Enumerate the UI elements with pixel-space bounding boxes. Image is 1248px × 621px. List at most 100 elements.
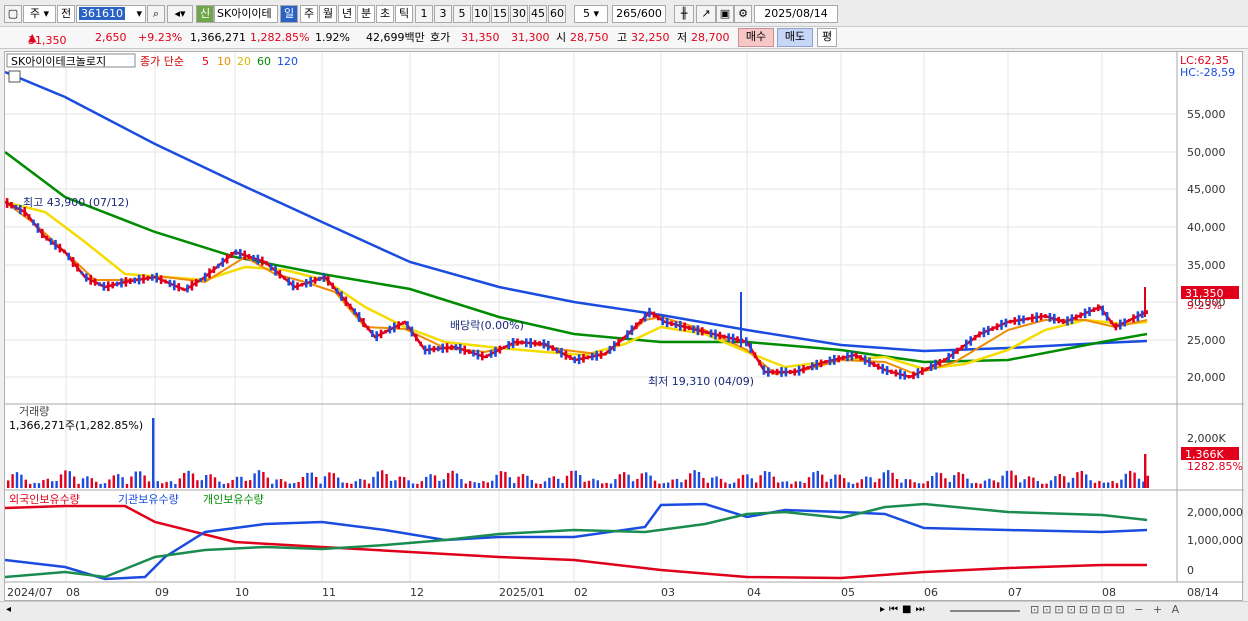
candle <box>1141 310 1144 318</box>
candle <box>841 355 845 361</box>
scroll-bar[interactable]: ◂ ▸⏮■⏭ ⊡⊡⊡⊡⊡⊡⊡⊡ − + A <box>0 601 1248 621</box>
candle <box>780 367 783 377</box>
candle <box>133 277 136 284</box>
volume-bar <box>517 476 520 488</box>
interval-select[interactable]: 5 ▾ <box>574 5 608 23</box>
interval-button[interactable]: 1 <box>415 5 433 23</box>
candle <box>991 326 994 331</box>
volume-bar <box>645 472 648 488</box>
candle-icon[interactable]: ╫ <box>674 5 694 23</box>
nav-icons[interactable]: ▸⏮■⏭ <box>880 604 928 615</box>
period-active[interactable]: 일 <box>280 5 298 23</box>
candle <box>868 357 871 367</box>
candle <box>155 272 158 283</box>
volume-bar <box>609 483 613 488</box>
current-pct: 9.23% <box>1187 299 1222 312</box>
candle <box>1053 313 1056 324</box>
ytick: 2,000,000 <box>1187 506 1243 519</box>
volume-bar <box>790 483 793 488</box>
volume-bar <box>389 480 393 488</box>
chart-svg[interactable]: 55,000 50,000 45,000 40,000 35,000 30,00… <box>4 52 1244 602</box>
candle <box>696 325 700 336</box>
candle <box>819 359 823 368</box>
chart-area[interactable]: 55,000 50,000 45,000 40,000 35,000 30,00… <box>4 51 1244 602</box>
interval-button[interactable]: 3 <box>434 5 452 23</box>
interval-button[interactable]: 5 <box>453 5 471 23</box>
candle <box>551 345 554 351</box>
buy-button[interactable]: 매수 <box>738 28 774 47</box>
volume-bar <box>552 476 555 488</box>
volume-bar <box>640 473 643 488</box>
volume-bar <box>460 479 463 488</box>
market-select[interactable]: 전 <box>57 5 75 23</box>
volume-bar <box>816 470 819 488</box>
volume-bar <box>614 479 617 488</box>
ytick: 55,000 <box>1187 108 1226 121</box>
interval-button[interactable]: 45 <box>529 5 547 23</box>
date-input[interactable]: 2025/08/14 <box>754 5 838 23</box>
candle <box>415 334 418 342</box>
interval-button[interactable]: 30 <box>510 5 528 23</box>
volume-bar <box>926 481 929 488</box>
item-type-select[interactable]: 주 ▾ <box>23 5 56 23</box>
eval-button[interactable]: 평 <box>817 28 837 47</box>
volume-bar <box>315 476 318 488</box>
sell-button[interactable]: 매도 <box>777 28 813 47</box>
volume-bar <box>904 479 907 488</box>
volume-bar <box>583 481 586 488</box>
code-input[interactable]: 361610 ▾ <box>76 5 146 23</box>
candle <box>701 327 704 336</box>
volume-bar <box>350 483 353 488</box>
zoom-slider[interactable] <box>950 610 1020 612</box>
volume-bar <box>785 481 789 488</box>
volume-bar <box>416 483 419 488</box>
period-tab[interactable]: 월 <box>319 5 337 23</box>
candle <box>459 343 462 354</box>
tool-icons[interactable]: ⊡⊡⊡⊡⊡⊡⊡⊡ − + A <box>1030 603 1182 616</box>
volume-bar <box>508 477 511 488</box>
volume-bar <box>55 480 58 488</box>
draw-icon[interactable]: ↗ <box>696 5 716 23</box>
volume-bar <box>939 473 943 488</box>
candle <box>771 369 774 375</box>
interval-button[interactable]: 10 <box>472 5 490 23</box>
candle <box>221 257 224 267</box>
period-tab[interactable]: 분 <box>357 5 375 23</box>
candle <box>815 359 818 370</box>
volume-bar <box>376 471 379 488</box>
candle <box>371 329 374 338</box>
period-tab[interactable]: 년 <box>338 5 356 23</box>
candle <box>1066 316 1069 326</box>
volume-bar <box>521 474 525 488</box>
volume-bar <box>499 471 503 488</box>
candle <box>1022 315 1025 324</box>
candle <box>49 238 53 245</box>
candle <box>775 368 779 376</box>
candle <box>1075 314 1078 321</box>
volume-bar <box>403 477 406 488</box>
interval-button[interactable]: 60 <box>548 5 566 23</box>
candle <box>177 283 180 292</box>
interval-button[interactable]: 15 <box>491 5 509 23</box>
count-input[interactable]: 265/600 <box>612 5 666 23</box>
open: 28,750 <box>570 31 609 44</box>
gear-icon[interactable]: ⚙ <box>734 5 752 23</box>
period-tab[interactable]: 초 <box>376 5 394 23</box>
volume-bar <box>257 470 261 488</box>
price-bar: 31,350 ▲ 2,650 +9.23% 1,366,271 1,282.85… <box>0 27 1248 49</box>
candle <box>925 367 928 371</box>
candle <box>973 334 977 341</box>
period-tab[interactable]: 주 <box>300 5 318 23</box>
search-icon[interactable]: ⌕ <box>147 5 165 23</box>
sound-icon[interactable]: ◂▾ <box>167 5 193 23</box>
save-icon[interactable]: ▣ <box>716 5 734 23</box>
candle <box>406 321 409 330</box>
layout-icon[interactable]: ▢ <box>4 5 22 23</box>
volume-bar <box>249 480 252 488</box>
scroll-left-icon[interactable]: ◂ <box>6 604 11 615</box>
period-tab[interactable]: 틱 <box>395 5 413 23</box>
volume-bar <box>636 478 639 488</box>
calendar-icon[interactable] <box>8 70 21 83</box>
volume-bar <box>293 483 296 488</box>
candle <box>806 366 810 370</box>
